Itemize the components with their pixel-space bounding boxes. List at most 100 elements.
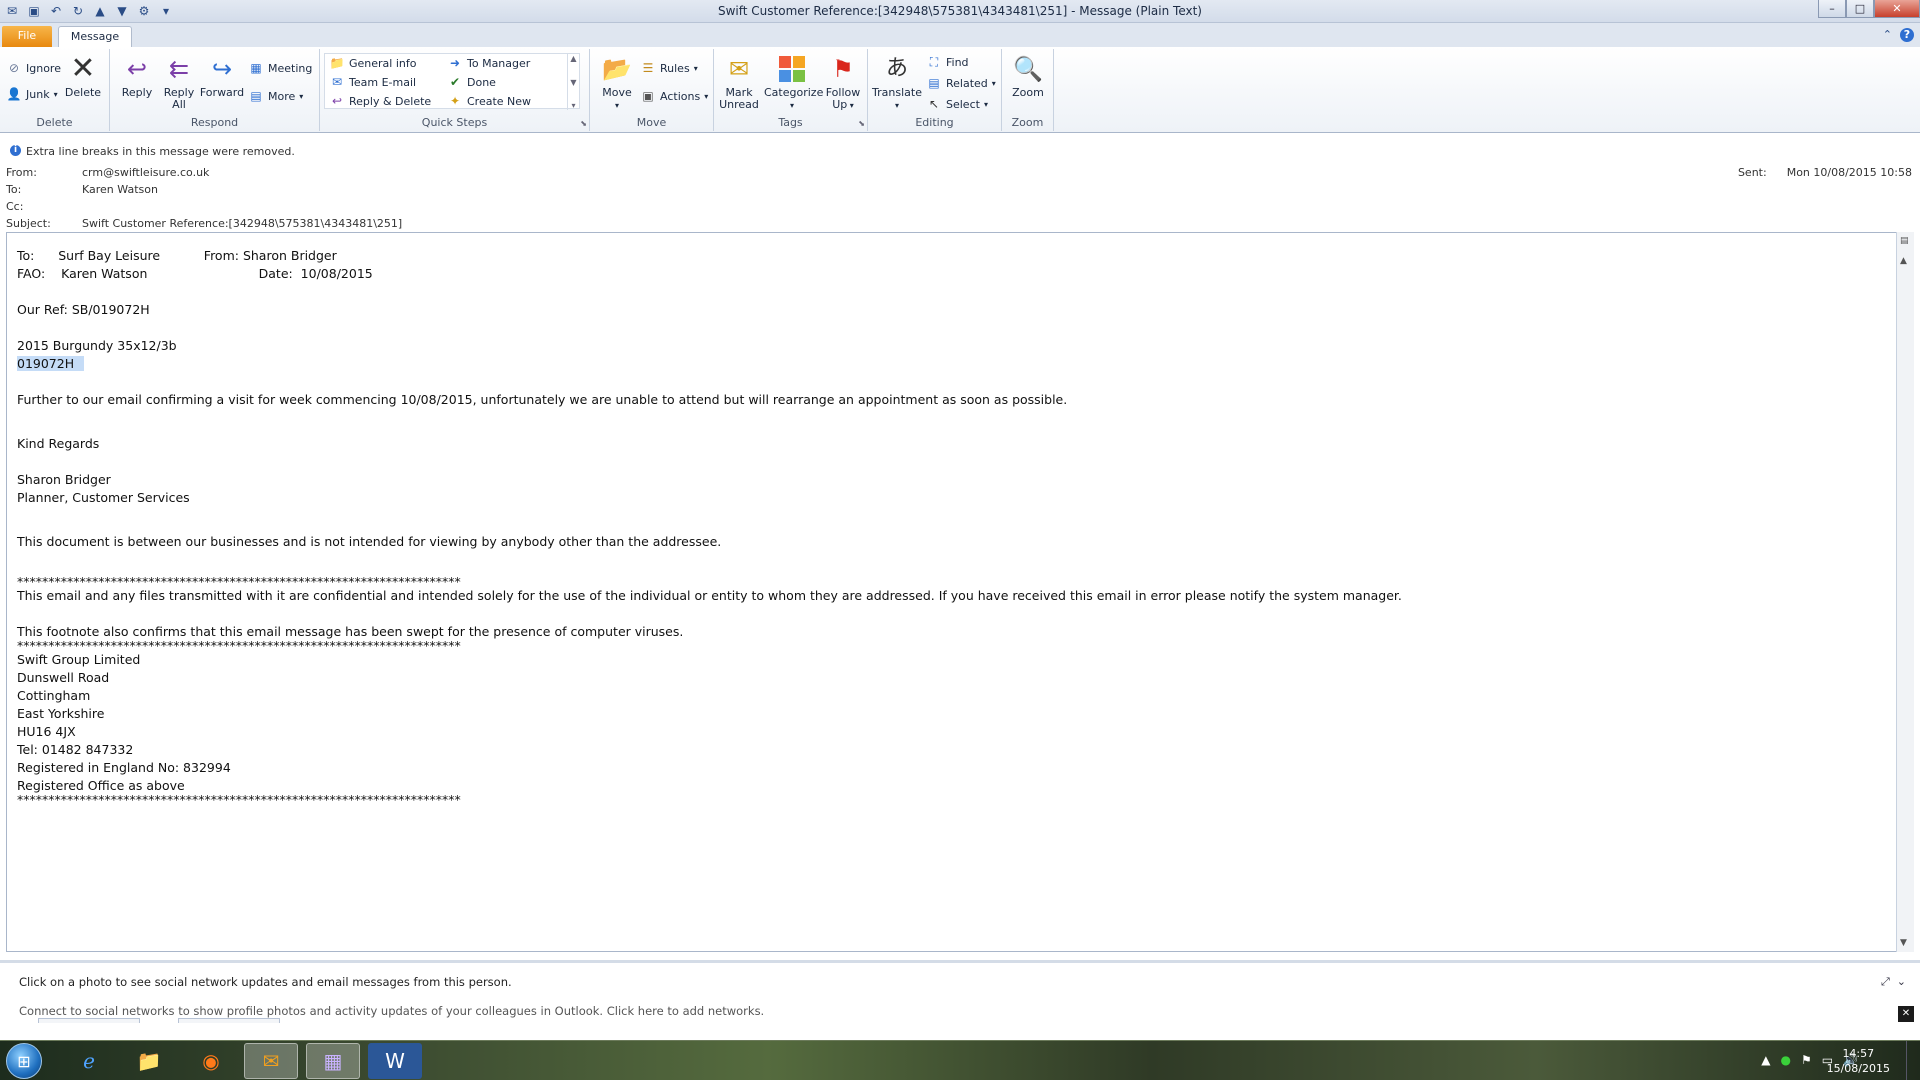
header-from: From: crm@swiftleisure.co.uk	[6, 166, 209, 179]
follow-up-button[interactable]: ⚑ Follow Up ▾	[820, 53, 866, 112]
quick-step-to-manager[interactable]: ➜ To Manager	[447, 54, 530, 72]
delete-label: Delete	[64, 86, 102, 99]
tab-message[interactable]: Message	[58, 26, 132, 48]
to-label: To:	[6, 183, 22, 196]
body-line: Planner, Customer Services	[17, 490, 190, 505]
word-icon[interactable]: W	[368, 1043, 422, 1079]
mark-unread-label-2: Unread	[719, 98, 759, 111]
show-desktop-button[interactable]	[1906, 1041, 1920, 1080]
meeting-button[interactable]: ▦ Meeting	[248, 59, 312, 77]
address-line: Dunswell Road	[17, 670, 110, 685]
junk-button[interactable]: 👤 Junk ▾	[6, 85, 58, 103]
firefox-icon[interactable]: ◉	[184, 1043, 238, 1079]
expand-icon[interactable]: ⤢	[1881, 975, 1890, 988]
cc-label: Cc:	[6, 200, 24, 213]
quick-steps-scroll[interactable]: ▲ ▼ ▾	[567, 54, 579, 110]
move-button[interactable]: 📂 Move ▾	[594, 53, 640, 112]
delete-button[interactable]: ✕ Delete	[60, 53, 106, 99]
internet-explorer-icon[interactable]: ℯ	[62, 1043, 116, 1079]
to-value[interactable]: Karen Watson	[82, 183, 158, 196]
delete-icon: ✕	[70, 51, 96, 86]
more-respond-button[interactable]: ▤ More ▾	[248, 87, 303, 105]
reply-all-button[interactable]: ⇇ Reply All	[156, 53, 202, 111]
actions-button[interactable]: ▣ Actions ▾	[640, 87, 708, 105]
close-people-pane-icon[interactable]: ✕	[1898, 1006, 1914, 1022]
categorize-icon	[776, 53, 808, 85]
address-line: Tel: 01482 847332	[17, 742, 134, 757]
team-email-label: Team E-mail	[349, 75, 417, 89]
show-hidden-icons-icon[interactable]: ▲	[1761, 1053, 1770, 1067]
group-label-editing: Editing	[915, 116, 954, 129]
close-button[interactable]: ✕	[1874, 0, 1920, 18]
body-line: Kind Regards	[17, 436, 100, 451]
quick-step-done[interactable]: ✔ Done	[447, 73, 496, 91]
zoom-label: Zoom	[1012, 86, 1044, 99]
expand-gallery-icon[interactable]: ▾	[571, 101, 575, 110]
sent-value: Mon 10/08/2015 10:58	[1786, 166, 1912, 179]
address-line: East Yorkshire	[17, 706, 105, 721]
outlook-taskbar-icon[interactable]: ✉	[244, 1043, 298, 1079]
quick-step-create-new[interactable]: ✦ Create New	[447, 92, 531, 110]
find-icon: ⛶	[929, 54, 939, 69]
ignore-button[interactable]: ⊘ Ignore	[6, 59, 61, 77]
tab-file[interactable]: File	[2, 26, 52, 47]
scroll-up-arrow-icon[interactable]: ▲	[1900, 256, 1907, 266]
categorize-button[interactable]: Categorize ▾	[764, 53, 823, 112]
done-label: Done	[467, 75, 496, 89]
file-explorer-icon[interactable]: 📁	[122, 1043, 176, 1079]
related-button[interactable]: ▤ Related ▾	[926, 74, 995, 92]
meeting-icon: ▦	[250, 61, 262, 75]
minimize-ribbon-icon[interactable]: ⌃	[1883, 28, 1892, 42]
actions-icon: ▣	[642, 89, 654, 103]
help-icon[interactable]: ?	[1900, 28, 1914, 42]
group-tags: ✉ Mark Unread Categorize ▾ ⚑ Follow Up ▾ …	[714, 49, 868, 131]
view-options-icon[interactable]: ▤	[1900, 236, 1909, 246]
move-label: Move	[602, 86, 632, 99]
quick-step-reply-delete[interactable]: ↩ Reply & Delete	[329, 92, 431, 110]
body-line: Our Ref: SB/019072H	[17, 302, 150, 317]
body-scrollbar[interactable]: ▤ ▲ ▼	[1896, 232, 1914, 952]
info-bar[interactable]: i Extra line breaks in this message were…	[0, 143, 1920, 161]
select-button[interactable]: ↖ Select ▾	[926, 95, 988, 113]
separator-line: ****************************************…	[17, 638, 461, 653]
scroll-down-arrow-icon[interactable]: ▼	[1900, 938, 1907, 948]
minimize-button[interactable]: –	[1818, 0, 1846, 18]
zoom-button[interactable]: 🔍 Zoom	[1005, 53, 1051, 99]
collapse-chevron-icon[interactable]: ⌄	[1897, 975, 1906, 988]
forward-button[interactable]: ↪ Forward	[199, 53, 245, 99]
scroll-down-icon[interactable]: ▼	[570, 78, 576, 87]
reply-icon: ↩	[126, 55, 148, 83]
translate-label: Translate	[872, 86, 922, 99]
maximize-button[interactable]: □	[1846, 0, 1874, 18]
window-controls: – □ ✕	[1818, 0, 1920, 18]
status-green-icon[interactable]: ●	[1780, 1053, 1790, 1067]
mark-unread-button[interactable]: ✉ Mark Unread	[716, 53, 762, 111]
calendar-app-icon[interactable]: ▦	[306, 1043, 360, 1079]
address-line: HU16 4JX	[17, 724, 76, 739]
quick-step-team-email[interactable]: ✉ Team E-mail	[329, 73, 416, 91]
forward-label: Forward	[199, 86, 245, 99]
from-value[interactable]: crm@swiftleisure.co.uk	[82, 166, 209, 179]
message-body[interactable]: To: Surf Bay Leisure From: Sharon Bridge…	[6, 232, 1899, 952]
to-manager-label: To Manager	[467, 56, 531, 70]
rules-button[interactable]: ☰ Rules ▾	[640, 59, 698, 77]
ignore-icon: ⊘	[8, 61, 20, 75]
quick-step-general-info[interactable]: 📁 General info	[329, 54, 417, 72]
clock[interactable]: 14:57 15/08/2015	[1827, 1046, 1890, 1076]
selected-text: 019072H	[17, 356, 85, 371]
action-center-flag-icon[interactable]: ⚑	[1801, 1053, 1812, 1067]
people-tab[interactable]	[178, 1018, 280, 1023]
header-sent: Sent: Mon 10/08/2015 10:58	[1738, 166, 1912, 179]
reply-delete-icon: ↩	[331, 94, 343, 108]
start-button[interactable]: ⊞	[6, 1043, 42, 1079]
add-networks-link[interactable]: Connect to social networks to show profi…	[19, 1004, 764, 1018]
people-tab[interactable]	[38, 1018, 140, 1023]
find-button[interactable]: ⛶ Find	[926, 53, 969, 71]
ribbon-tabs: File Message ⌃ ?	[0, 23, 1920, 48]
done-check-icon: ✔	[449, 75, 461, 89]
translate-button[interactable]: あ Translate ▾	[872, 53, 922, 112]
reply-button[interactable]: ↩ Reply	[114, 53, 160, 99]
scroll-up-icon[interactable]: ▲	[570, 54, 576, 63]
to-manager-icon: ➜	[449, 56, 461, 70]
people-pane-controls: ⤢ ⌄	[1881, 975, 1906, 989]
